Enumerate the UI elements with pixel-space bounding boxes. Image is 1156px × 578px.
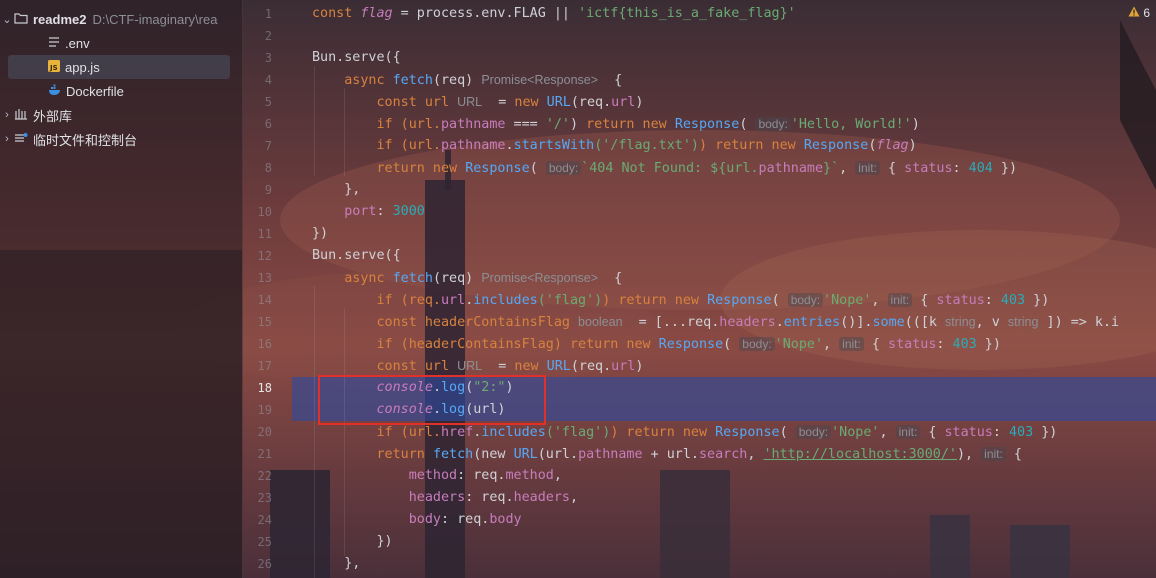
root-folder-path: D:\CTF-imaginary\rea	[92, 11, 218, 27]
line-number[interactable]: 1	[232, 3, 272, 25]
line-number[interactable]: 7	[232, 135, 272, 157]
param-hint: init:	[855, 161, 880, 175]
code-line-13: async fetch(req) Promise<Response> {	[312, 271, 623, 286]
type-hint: string	[945, 315, 976, 329]
code-line-24: body: req.body	[408, 512, 522, 527]
js-file-icon: JS	[48, 59, 60, 75]
code-line-21: return fetch(new URL(url.pathname + url.…	[312, 447, 1022, 462]
line-number[interactable]: 11	[232, 223, 272, 245]
external-libraries-label: 外部库	[33, 108, 73, 124]
line-number[interactable]: 21	[232, 443, 272, 465]
line-number[interactable]: 14	[232, 289, 272, 311]
line-number[interactable]: 26	[232, 553, 272, 575]
file-name: .env	[65, 35, 90, 51]
param-hint: init:	[839, 337, 864, 351]
line-number[interactable]: 4	[232, 69, 272, 91]
line-number[interactable]: 6	[232, 113, 272, 135]
param-hint: init:	[887, 293, 913, 307]
param-hint: body:	[545, 161, 582, 175]
param-hint: body:	[755, 117, 791, 131]
code-line-1: const flag = process.env.FLAG || 'ictf{t…	[312, 6, 796, 21]
line-number[interactable]: 16	[232, 333, 272, 355]
tree-item-external-libraries[interactable]: › 外部库	[0, 103, 242, 127]
code-line-8: return new Response( body: `404 Not Found…	[312, 161, 1018, 176]
library-icon	[14, 108, 28, 123]
chevron-down-icon[interactable]: ⌄	[0, 13, 14, 26]
param-hint: body:	[795, 425, 832, 439]
file-name: app.js	[65, 59, 100, 75]
line-number-gutter: 1 2 3 4 5 6 7 8 9 10 11 12 13 14 15 16 17 18 19 20 21 22 23 24 2…	[242, 0, 292, 578]
tree-item-dockerfile[interactable]: Dockerfile	[0, 79, 242, 103]
line-number[interactable]: 10	[232, 201, 272, 223]
code-line-14: if (req.url.includes('flag')) return new…	[312, 293, 1050, 308]
annotation-red-box	[318, 375, 546, 425]
file-name: Dockerfile	[66, 83, 124, 99]
type-hint: URL	[457, 359, 483, 373]
line-number[interactable]: 23	[232, 487, 272, 509]
warning-icon	[1128, 6, 1140, 20]
param-hint: init:	[981, 447, 1006, 461]
lines-file-icon	[48, 36, 60, 51]
tree-item-scratches[interactable]: › 临时文件和控制台	[0, 127, 242, 151]
svg-text:JS: JS	[49, 64, 58, 72]
line-number[interactable]: 15	[232, 311, 272, 333]
code-line-12: Bun.serve({	[312, 248, 401, 263]
warnings-indicator[interactable]: 6	[1128, 6, 1150, 20]
code-line-25: })	[312, 534, 393, 549]
line-number[interactable]: 18	[232, 377, 272, 399]
code-line-11: })	[312, 226, 329, 241]
docker-icon	[48, 84, 61, 99]
param-hint: init:	[895, 425, 921, 439]
line-number[interactable]: 12	[232, 245, 272, 267]
tree-item-app-js[interactable]: JS app.js	[8, 55, 230, 79]
code-line-22: method: req.method,	[408, 468, 562, 483]
code-line-26: },	[312, 556, 361, 571]
line-number[interactable]: 25	[232, 531, 272, 553]
type-hint: Promise<Response>	[481, 271, 599, 285]
tree-root-readme2[interactable]: ⌄ readme2 D:\CTF-imaginary\rea	[0, 7, 242, 31]
code-editor[interactable]: const flag = process.env.FLAG || 'ictf{t…	[292, 0, 1156, 578]
root-folder-name: readme2	[33, 11, 87, 27]
code-line-4: async fetch(req) Promise<Response> {	[312, 73, 623, 88]
chevron-right-icon[interactable]: ›	[0, 109, 14, 121]
code-line-7: if (url.pathname.startsWith('/flag.txt')…	[312, 138, 917, 153]
type-hint: URL	[457, 95, 483, 109]
line-number[interactable]: 3	[232, 47, 272, 69]
code-line-9: },	[312, 182, 361, 197]
line-number[interactable]: 9	[232, 179, 272, 201]
code-line-15: const headerContainsFlag boolean = [...r…	[312, 315, 1120, 330]
code-line-5: const url URL = new URL(req.url)	[312, 95, 644, 110]
warnings-count: 6	[1143, 6, 1150, 20]
param-hint: body:	[787, 293, 824, 307]
folder-icon	[14, 12, 28, 27]
project-sidebar: ⌄ readme2 D:\CTF-imaginary\rea .env JS a…	[0, 0, 243, 578]
param-hint: body:	[739, 337, 775, 351]
type-hint: Promise<Response>	[481, 73, 599, 87]
code-line-17: const url URL = new URL(req.url)	[312, 359, 644, 374]
line-number[interactable]: 13	[232, 267, 272, 289]
line-number[interactable]: 2	[232, 25, 272, 47]
line-number[interactable]: 20	[232, 421, 272, 443]
chevron-right-icon[interactable]: ›	[0, 133, 14, 145]
code-line-16: if (headerContainsFlag) return new Respo…	[312, 337, 1001, 352]
type-hint: string	[1007, 315, 1039, 329]
line-number[interactable]: 17	[232, 355, 272, 377]
line-number[interactable]: 22	[232, 465, 272, 487]
type-hint: boolean	[578, 315, 623, 329]
line-number[interactable]: 8	[232, 157, 272, 179]
code-line-6: if (url.pathname === '/') return new Res…	[312, 117, 920, 132]
code-line-10: port: 3000	[344, 204, 425, 219]
tree-item-env[interactable]: .env	[0, 31, 242, 55]
scratches-label: 临时文件和控制台	[33, 132, 138, 148]
line-number[interactable]: 24	[232, 509, 272, 531]
code-line-23: headers: req.headers,	[408, 490, 579, 505]
line-number[interactable]: 5	[232, 91, 272, 113]
scratches-icon	[14, 132, 28, 147]
line-number[interactable]: 19	[232, 399, 272, 421]
code-line-3: Bun.serve({	[312, 50, 401, 65]
